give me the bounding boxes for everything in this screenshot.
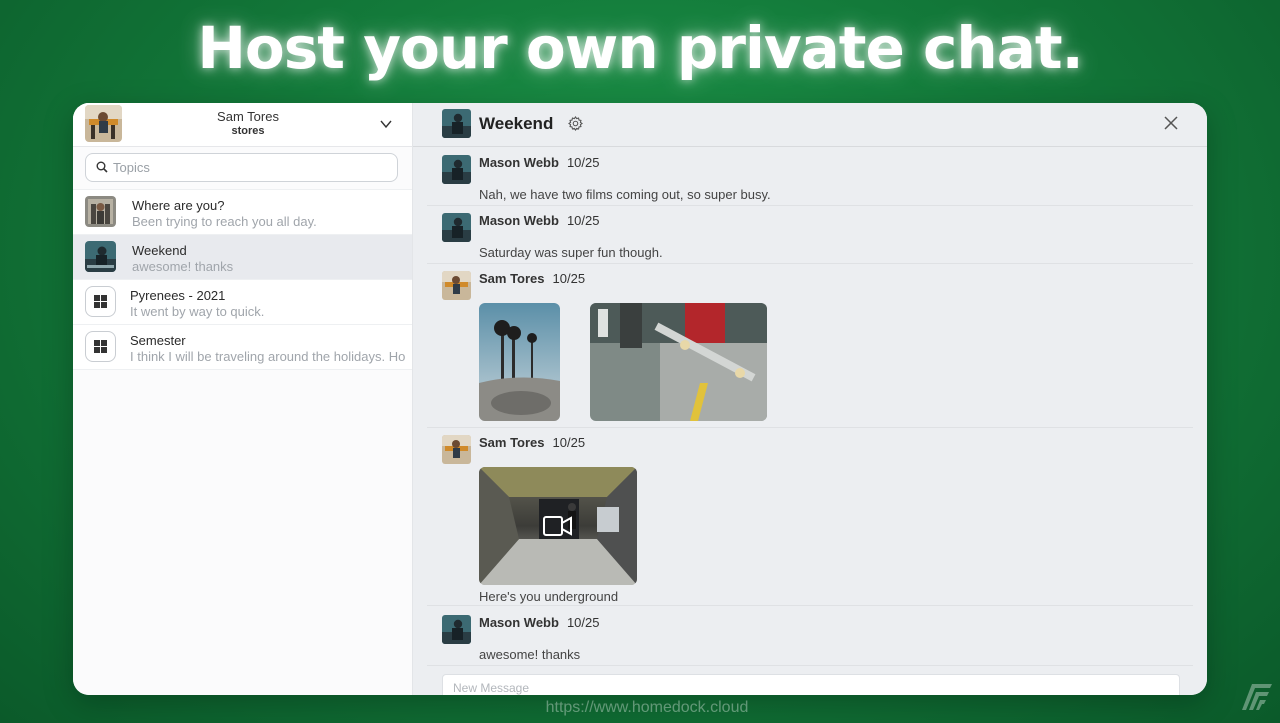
headline: Host your own private chat. bbox=[197, 14, 1083, 82]
topic-search[interactable] bbox=[85, 153, 398, 182]
conversation-avatar bbox=[442, 109, 471, 138]
topic-avatar bbox=[85, 241, 116, 272]
conversation-header: Weekend bbox=[413, 103, 1207, 147]
account-handle: stores bbox=[231, 125, 265, 137]
topic-preview: awesome! thanks bbox=[132, 259, 234, 274]
topic-title: Weekend bbox=[132, 243, 187, 258]
video-attachment[interactable] bbox=[479, 467, 637, 585]
author-avatar bbox=[442, 435, 471, 464]
topic-item-pyrenees-2021[interactable]: Pyrenees - 2021 It went by way to quick. bbox=[73, 279, 412, 324]
author-avatar bbox=[442, 615, 471, 644]
message-date: 10/25 bbox=[552, 435, 586, 450]
message-author: Mason Webb 10/25 bbox=[479, 615, 600, 630]
topic-item-semester[interactable]: Semester I think I will be traveling aro… bbox=[73, 324, 412, 370]
sidebar: Sam Tores stores Topics Where are you? B… bbox=[73, 103, 413, 695]
close-icon[interactable] bbox=[1163, 115, 1179, 131]
author-avatar bbox=[442, 155, 471, 184]
gear-icon[interactable] bbox=[567, 115, 584, 132]
conversation-title: Weekend bbox=[479, 114, 554, 133]
message-author: Sam Tores 10/25 bbox=[479, 435, 586, 450]
conversation-pane: Weekend Mason Webb 10/25 Nah, we have two… bbox=[413, 103, 1207, 695]
search-icon bbox=[96, 161, 108, 173]
message-date: 10/25 bbox=[566, 615, 600, 630]
message-composer[interactable] bbox=[442, 674, 1180, 695]
topic-preview: I think I will be traveling around the h… bbox=[130, 349, 406, 364]
topic-list: Where are you? Been trying to reach you … bbox=[73, 189, 412, 370]
message: Sam Tores 10/25 Here's you underground bbox=[427, 427, 1193, 606]
message-author: Mason Webb 10/25 bbox=[479, 213, 600, 228]
topic-preview: Been trying to reach you all day. bbox=[132, 214, 317, 229]
photo-attachment[interactable] bbox=[590, 303, 767, 421]
account-name: Sam Tores bbox=[217, 109, 279, 124]
message: Mason Webb 10/25 Saturday was super fun t… bbox=[427, 205, 1193, 264]
message-text: awesome! thanks bbox=[479, 647, 581, 662]
message: Mason Webb 10/25 Nah, we have two films c… bbox=[427, 147, 1193, 206]
message-text: Nah, we have two films coming out, so su… bbox=[479, 187, 771, 202]
topic-title: Semester bbox=[130, 333, 186, 348]
message-text: Saturday was super fun though. bbox=[479, 245, 663, 260]
photo-attachment[interactable] bbox=[479, 303, 560, 421]
message: Mason Webb 10/25 awesome! thanks bbox=[427, 607, 1193, 666]
topic-title: Pyrenees - 2021 bbox=[130, 288, 226, 303]
grid-icon bbox=[85, 331, 116, 362]
grid-icon bbox=[85, 286, 116, 317]
message: Sam Tores 10/25 bbox=[427, 263, 1193, 428]
chat-window: Sam Tores stores Topics Where are you? B… bbox=[73, 103, 1207, 695]
topic-item-where-are-you[interactable]: Where are you? Been trying to reach you … bbox=[73, 189, 412, 234]
author-avatar bbox=[442, 271, 471, 300]
brand-logo-icon bbox=[1242, 684, 1272, 710]
author-avatar bbox=[442, 213, 471, 242]
chevron-down-icon[interactable] bbox=[379, 117, 393, 131]
message-input[interactable] bbox=[453, 681, 1153, 695]
topic-title: Where are you? bbox=[132, 198, 225, 213]
search-input[interactable] bbox=[113, 158, 383, 176]
topic-preview: It went by way to quick. bbox=[130, 304, 265, 319]
topic-avatar bbox=[85, 196, 116, 227]
message-author: Sam Tores 10/25 bbox=[479, 271, 586, 286]
message-date: 10/25 bbox=[566, 213, 600, 228]
message-author: Mason Webb 10/25 bbox=[479, 155, 600, 170]
message-date: 10/25 bbox=[552, 271, 586, 286]
message-date: 10/25 bbox=[566, 155, 600, 170]
message-text: Here's you underground bbox=[479, 589, 619, 604]
topic-item-weekend[interactable]: Weekend awesome! thanks bbox=[73, 234, 412, 279]
account-switcher[interactable]: Sam Tores stores bbox=[73, 103, 412, 147]
footer-url: https://www.homedock.cloud bbox=[545, 699, 749, 716]
account-avatar bbox=[85, 105, 122, 142]
